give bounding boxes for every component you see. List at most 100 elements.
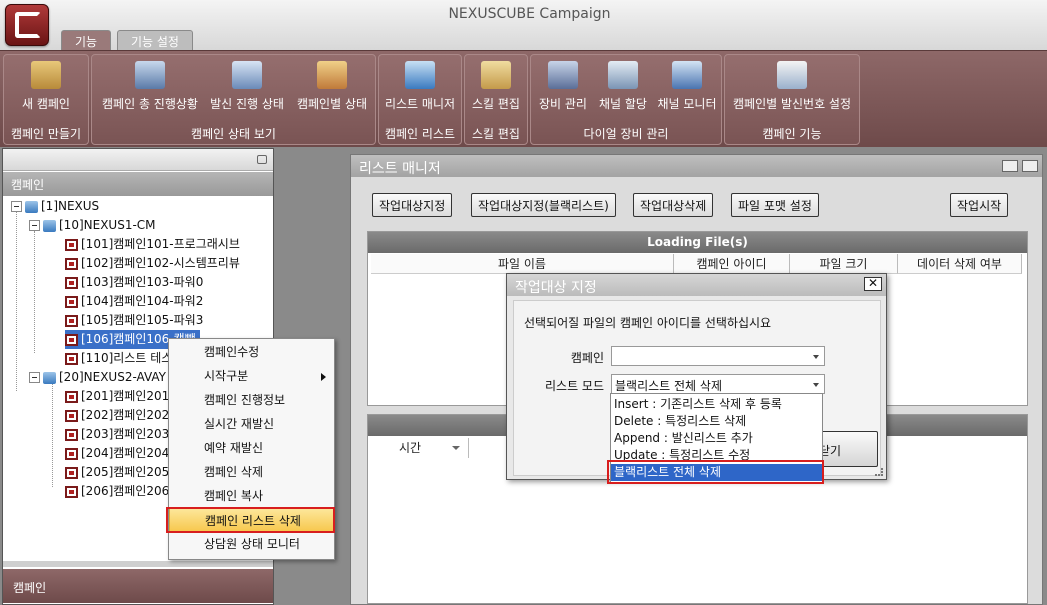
tree-node-campaign[interactable]: [101]캠페인101-프로그래시브 bbox=[65, 235, 240, 254]
network-icon bbox=[43, 371, 56, 384]
new-campaign-icon bbox=[31, 61, 61, 89]
campaign-progress-button[interactable]: 캠페인 총 진행상황 bbox=[94, 59, 206, 121]
campaign-icon bbox=[65, 314, 78, 327]
channel-assign-button[interactable]: 채널 할당 bbox=[593, 59, 653, 121]
campaign-icon bbox=[65, 466, 78, 479]
chevron-right-icon bbox=[321, 373, 326, 381]
network-icon bbox=[43, 219, 56, 232]
campaign-icon bbox=[65, 447, 78, 460]
group-label: 캠페인 기능 bbox=[762, 127, 822, 141]
list-mode-combo[interactable]: 블랙리스트 전체 삭제 bbox=[611, 374, 825, 394]
menu-item-realtime-redial[interactable]: 실시간 재발신 bbox=[169, 412, 334, 436]
tree-node-campaign[interactable]: [206]캠페인206 bbox=[65, 482, 169, 501]
tab-feature-settings[interactable]: 기능 설정 bbox=[117, 30, 193, 50]
minimize-icon[interactable] bbox=[1002, 160, 1018, 172]
campaign-icon bbox=[65, 352, 78, 365]
option-append[interactable]: Append : 발신리스트 추가 bbox=[611, 430, 822, 447]
highlight-box bbox=[166, 507, 335, 533]
dial-status-button[interactable]: 발신 진행 상태 bbox=[206, 59, 288, 121]
option-delete[interactable]: Delete : 특정리스트 삭제 bbox=[611, 413, 822, 430]
column-campaign-id[interactable]: 캠페인 아이디 bbox=[674, 254, 790, 274]
window-title: 리스트 매니저 bbox=[351, 155, 1042, 177]
tree-node-campaign[interactable]: [102]캠페인102-시스템프리뷰 bbox=[65, 254, 240, 273]
campaign-panel-footer[interactable]: 캠페인 bbox=[3, 569, 273, 603]
tree-node-root[interactable]: [1]NEXUS bbox=[11, 197, 99, 216]
tree-node-group[interactable]: [10]NEXUS1-CM bbox=[29, 216, 156, 235]
tab-features[interactable]: 기능 bbox=[61, 30, 112, 50]
tree-node-campaign[interactable]: [202]캠페인202 bbox=[65, 406, 169, 425]
tree-node-campaign[interactable]: [201]캠페인201 bbox=[65, 387, 169, 406]
tree-node-campaign[interactable]: [205]캠페인205 bbox=[65, 463, 169, 482]
menu-item-agent-monitor[interactable]: 상담원 상태 모니터 bbox=[169, 532, 334, 556]
start-job-button[interactable]: 작업시작 bbox=[950, 193, 1009, 217]
set-target-blacklist-button[interactable]: 작업대상지정(블랙리스트) bbox=[471, 193, 616, 217]
list-mode-label: 리스트 모드 bbox=[544, 379, 604, 393]
campaign-icon bbox=[65, 257, 78, 270]
equipment-icon bbox=[548, 61, 578, 89]
tree-node-campaign[interactable]: [204]캠페인204 bbox=[65, 444, 169, 463]
close-icon[interactable] bbox=[1022, 160, 1038, 172]
list-manager-button[interactable]: 리스트 매니저 bbox=[379, 59, 461, 121]
menu-item-copy-campaign[interactable]: 캠페인 복사 bbox=[169, 484, 334, 508]
column-delete-data[interactable]: 데이터 삭제 여부 bbox=[898, 254, 1022, 274]
collapse-icon[interactable] bbox=[29, 220, 40, 231]
campaign-panel-header: 캠페인 bbox=[3, 172, 273, 196]
channel-assign-icon bbox=[608, 61, 638, 89]
tree-node-campaign[interactable]: [105]캠페인105-파워3 bbox=[65, 311, 203, 330]
grid-header: Loading File(s) bbox=[368, 232, 1027, 253]
group-dial-equipment: 장비 관리 채널 할당 채널 모니터 다이얼 장비 관리 bbox=[530, 54, 722, 145]
menu-item-start-type[interactable]: 시작구분 bbox=[169, 364, 334, 388]
tree-node-campaign[interactable]: [203]캠페인203 bbox=[65, 425, 169, 444]
column-file-size[interactable]: 파일 크기 bbox=[790, 254, 898, 274]
group-create-campaign: 새 캠페인 캠페인 만들기 bbox=[3, 54, 89, 145]
channel-monitor-button[interactable]: 채널 모니터 bbox=[655, 59, 719, 121]
network-icon bbox=[25, 200, 38, 213]
new-campaign-button[interactable]: 새 캠페인 bbox=[4, 59, 88, 121]
collapse-icon[interactable] bbox=[11, 201, 22, 212]
delete-target-button[interactable]: 작업대상삭제 bbox=[633, 193, 714, 217]
group-label: 캠페인 만들기 bbox=[10, 127, 82, 141]
campaign-icon bbox=[65, 428, 78, 441]
skill-edit-button[interactable]: 스킬 편집 bbox=[465, 59, 527, 121]
menu-item-progress-info[interactable]: 캠페인 진행정보 bbox=[169, 388, 334, 412]
campaign-icon bbox=[65, 333, 78, 346]
group-label: 캠페인 상태 보기 bbox=[191, 127, 276, 141]
caller-id-settings-button[interactable]: 캠페인별 발신번호 설정 bbox=[725, 59, 859, 121]
campaign-status-button[interactable]: 캠페인별 상태 bbox=[290, 59, 374, 121]
menu-item-edit-campaign[interactable]: 캠페인수정 bbox=[169, 340, 334, 364]
skill-edit-icon bbox=[481, 61, 511, 89]
campaign-progress-icon bbox=[135, 61, 165, 89]
caller-id-settings-icon bbox=[777, 61, 807, 89]
tree-node-campaign[interactable]: [110]리스트 테스 bbox=[65, 349, 172, 368]
panel-toolbar bbox=[3, 149, 273, 171]
column-time[interactable]: 시간 bbox=[373, 438, 469, 458]
chevron-down-icon bbox=[813, 355, 819, 359]
group-campaign-status: 캠페인 총 진행상황 발신 진행 상태 캠페인별 상태 캠페인 상태 보기 bbox=[91, 54, 376, 145]
tree-node-group[interactable]: [20]NEXUS2-AVAY bbox=[29, 368, 166, 387]
campaign-icon bbox=[65, 276, 78, 289]
pin-icon[interactable] bbox=[257, 155, 267, 164]
tree-node-campaign[interactable]: [103]캠페인103-파워0 bbox=[65, 273, 203, 292]
tree-node-campaign[interactable]: [104]캠페인104-파워2 bbox=[65, 292, 203, 311]
campaign-icon bbox=[65, 295, 78, 308]
group-label: 다이얼 장비 관리 bbox=[583, 127, 669, 141]
group-skill-edit: 스킬 편집 스킬 편집 bbox=[464, 54, 528, 145]
campaign-icon bbox=[65, 390, 78, 403]
campaign-icon bbox=[65, 485, 78, 498]
panel-splitter[interactable] bbox=[3, 561, 273, 567]
column-file-name[interactable]: 파일 이름 bbox=[371, 254, 674, 274]
menu-item-scheduled-redial[interactable]: 예약 재발신 bbox=[169, 436, 334, 460]
campaign-combo[interactable] bbox=[611, 346, 825, 366]
channel-monitor-icon bbox=[672, 61, 702, 89]
menu-item-delete-campaign[interactable]: 캠페인 삭제 bbox=[169, 460, 334, 484]
campaign-label: 캠페인 bbox=[570, 351, 604, 365]
set-target-button[interactable]: 작업대상지정 bbox=[372, 193, 453, 217]
option-insert[interactable]: Insert : 기존리스트 삭제 후 등록 bbox=[611, 396, 822, 413]
collapse-icon[interactable] bbox=[29, 372, 40, 383]
group-label: 스킬 편집 bbox=[472, 127, 520, 141]
resize-grip-icon[interactable] bbox=[875, 468, 883, 476]
group-label: 캠페인 리스트 bbox=[384, 127, 456, 141]
close-icon[interactable]: ✕ bbox=[864, 277, 882, 291]
equipment-button[interactable]: 장비 관리 bbox=[533, 59, 593, 121]
file-format-button[interactable]: 파일 포맷 설정 bbox=[731, 193, 819, 217]
